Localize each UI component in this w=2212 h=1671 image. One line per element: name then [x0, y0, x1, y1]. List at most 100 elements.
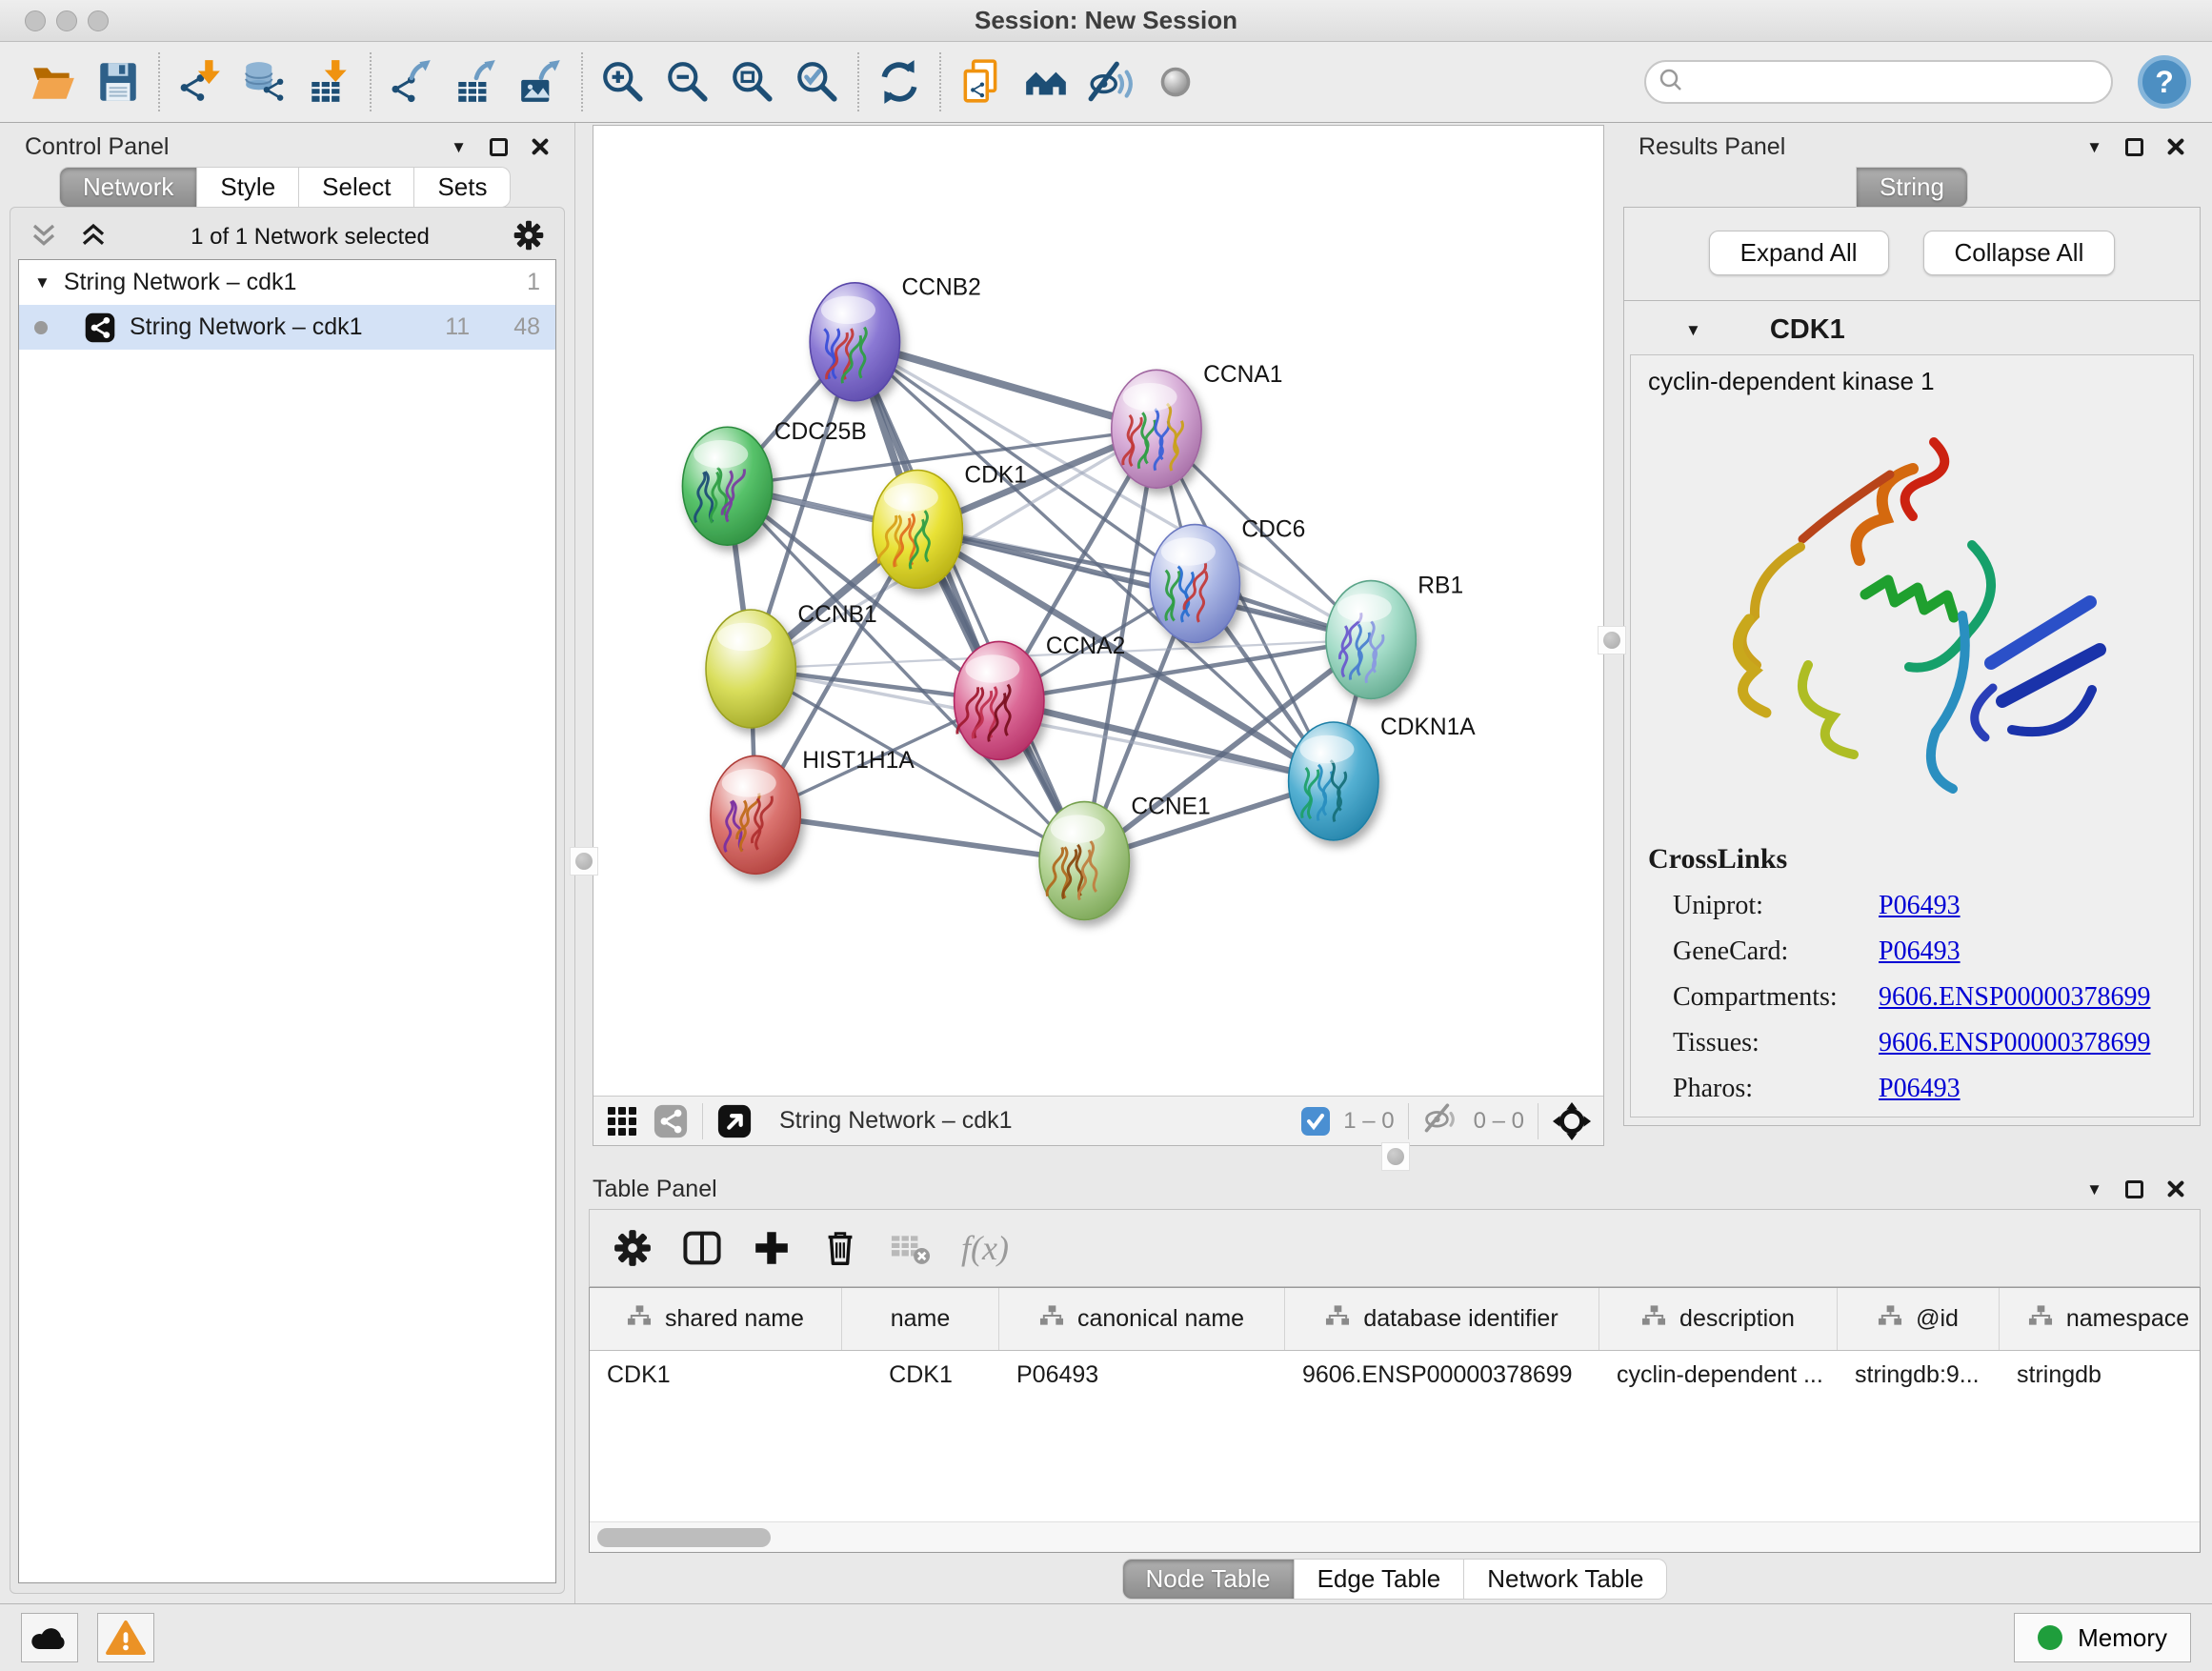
column-header-canonical-name[interactable]: canonical name	[999, 1288, 1285, 1350]
grid-view-button[interactable]	[605, 1104, 639, 1138]
level-of-detail-button[interactable]	[1147, 53, 1204, 111]
show-column-selector-button[interactable]	[681, 1227, 723, 1269]
edge-HIST1H1A-CCNE1[interactable]	[755, 815, 1084, 860]
open-session-button[interactable]	[25, 53, 82, 111]
import-table-button[interactable]	[301, 53, 358, 111]
crosslink-link[interactable]: 9606.ENSP00000378699	[1879, 1028, 2150, 1058]
crosslink-link[interactable]: P06493	[1879, 891, 1961, 921]
expand-all-networks-icon[interactable]	[79, 221, 108, 254]
node-CDK1[interactable]: CDK1	[873, 462, 1027, 588]
node-CCNB2[interactable]: CCNB2	[810, 275, 981, 401]
table-horizontal-scrollbar[interactable]	[590, 1521, 2200, 1552]
table-options-gear-button[interactable]	[613, 1228, 653, 1268]
network-collection-row[interactable]: ▼ String Network – cdk1 1	[19, 260, 555, 305]
crosslink-label: Compartments:	[1673, 982, 1879, 1013]
tab-network[interactable]: Network	[59, 167, 197, 208]
scrollbar-thumb[interactable]	[597, 1528, 771, 1547]
network-canvas[interactable]: CCNB2CCNA1CDC25BCDK1CDC6RB1CCNB1CCNA2CDK…	[593, 126, 1603, 1096]
results-float-panel-icon[interactable]	[2125, 138, 2143, 156]
cloud-status-button[interactable]	[21, 1613, 78, 1662]
zoom-in-button[interactable]	[594, 53, 652, 111]
collapse-all-networks-icon[interactable]	[30, 221, 58, 254]
column-header-description[interactable]: description	[1599, 1288, 1838, 1350]
crosslink-link[interactable]: 9606.ENSP00000378699	[1879, 982, 2150, 1013]
network-row[interactable]: String Network – cdk1 11 48	[19, 305, 555, 350]
table-row[interactable]: CDK1CDK1P064939606.ENSP00000378699cyclin…	[590, 1351, 2200, 1399]
tab-sets[interactable]: Sets	[414, 167, 511, 208]
table-float-panel-icon[interactable]	[2125, 1180, 2143, 1198]
results-close-panel-icon[interactable]	[2166, 137, 2185, 156]
node-HIST1H1A[interactable]: HIST1H1A	[711, 748, 915, 874]
create-column-button[interactable]	[752, 1228, 792, 1268]
column-header-shared-name[interactable]: shared name	[590, 1288, 842, 1350]
collapse-all-button[interactable]: Collapse All	[1923, 231, 2116, 275]
warning-icon	[106, 1620, 146, 1656]
search-input[interactable]	[1692, 69, 2100, 95]
node-CDC25B[interactable]: CDC25B	[682, 419, 866, 545]
delete-table-button[interactable]	[889, 1230, 933, 1266]
column-header-name[interactable]: name	[842, 1288, 999, 1350]
save-session-button[interactable]	[90, 53, 147, 111]
horizontal-splitter[interactable]	[575, 1146, 2212, 1169]
import-database-button[interactable]	[236, 53, 293, 111]
tab-select[interactable]: Select	[299, 167, 414, 208]
import-network-button[interactable]	[171, 53, 229, 111]
warning-status-button[interactable]	[97, 1613, 154, 1662]
refresh-view-button[interactable]	[871, 53, 928, 111]
node-CCNE1[interactable]: CCNE1	[1039, 794, 1211, 919]
collection-expand-caret-icon[interactable]: ▼	[34, 274, 50, 291]
minimize-window-button[interactable]	[56, 10, 77, 31]
clone-network-button[interactable]	[953, 53, 1010, 111]
open-in-browser-button[interactable]	[716, 1103, 753, 1139]
tab-style[interactable]: Style	[197, 167, 299, 208]
left-splitter[interactable]	[575, 123, 593, 1146]
string-protein-query-button[interactable]	[1017, 53, 1075, 111]
right-splitter-handle[interactable]	[1598, 626, 1626, 654]
crosslink-link[interactable]: P06493	[1879, 1074, 1961, 1104]
save-session-icon	[94, 58, 142, 106]
help-button[interactable]: ?	[2138, 55, 2191, 109]
selected-nodes-checkbox[interactable]	[1301, 1107, 1330, 1136]
network-options-gear-icon[interactable]	[513, 219, 545, 256]
export-image-button[interactable]	[513, 53, 570, 111]
close-window-button[interactable]	[25, 10, 46, 31]
zoom-selected-button[interactable]	[789, 53, 846, 111]
column-header-id[interactable]: @id	[1838, 1288, 2000, 1350]
function-builder-button[interactable]: f(x)	[961, 1228, 1009, 1268]
float-panel-icon[interactable]	[490, 138, 508, 156]
export-table-button[interactable]	[448, 53, 505, 111]
zoom-out-button[interactable]	[659, 53, 716, 111]
tab-string[interactable]: String	[1856, 167, 1968, 208]
node-CDC6[interactable]: CDC6	[1150, 516, 1305, 642]
zoom-fit-button[interactable]	[724, 53, 781, 111]
horizontal-splitter-handle[interactable]	[1381, 1142, 1410, 1171]
hide-panels-button[interactable]	[1082, 53, 1139, 111]
column-header-namespace[interactable]: namespace	[2000, 1288, 2201, 1350]
export-network-button[interactable]	[383, 53, 440, 111]
column-header-database-identifier[interactable]: database identifier	[1285, 1288, 1599, 1350]
right-splitter[interactable]	[1604, 123, 1621, 1146]
memory-button[interactable]: Memory	[2014, 1613, 2191, 1662]
close-panel-icon[interactable]	[531, 137, 550, 156]
network-graph[interactable]: CCNB2CCNA1CDC25BCDK1CDC6RB1CCNB1CCNA2CDK…	[593, 126, 1603, 1096]
node-RB1[interactable]: RB1	[1326, 573, 1463, 698]
search-field[interactable]	[1644, 60, 2113, 104]
tab-edge-table[interactable]: Edge Table	[1295, 1559, 1465, 1600]
maximize-window-button[interactable]	[88, 10, 109, 31]
table-close-panel-icon[interactable]	[2166, 1179, 2185, 1198]
crosslink-link[interactable]: P06493	[1879, 936, 1961, 967]
results-menu-caret-icon[interactable]: ▼	[2086, 139, 2102, 155]
protein-expand-caret-icon[interactable]: ▼	[1685, 322, 1701, 338]
table-menu-caret-icon[interactable]: ▼	[2086, 1181, 2102, 1198]
tab-node-table[interactable]: Node Table	[1122, 1559, 1295, 1600]
node-CCNA2[interactable]: CCNA2	[955, 634, 1126, 759]
protein-section-header[interactable]: ▼ CDK1	[1630, 305, 2194, 354]
expand-all-button[interactable]: Expand All	[1709, 231, 1889, 275]
node-CDKN1A[interactable]: CDKN1A	[1289, 715, 1477, 840]
string-network-badge-button[interactable]	[653, 1103, 689, 1139]
delete-column-button[interactable]	[820, 1228, 860, 1268]
birdseye-navigator-button[interactable]	[1552, 1101, 1592, 1141]
tab-network-table[interactable]: Network Table	[1464, 1559, 1667, 1600]
panel-menu-caret-icon[interactable]: ▼	[451, 139, 467, 155]
edge-CCNB2-CCNE1[interactable]	[855, 342, 1084, 861]
